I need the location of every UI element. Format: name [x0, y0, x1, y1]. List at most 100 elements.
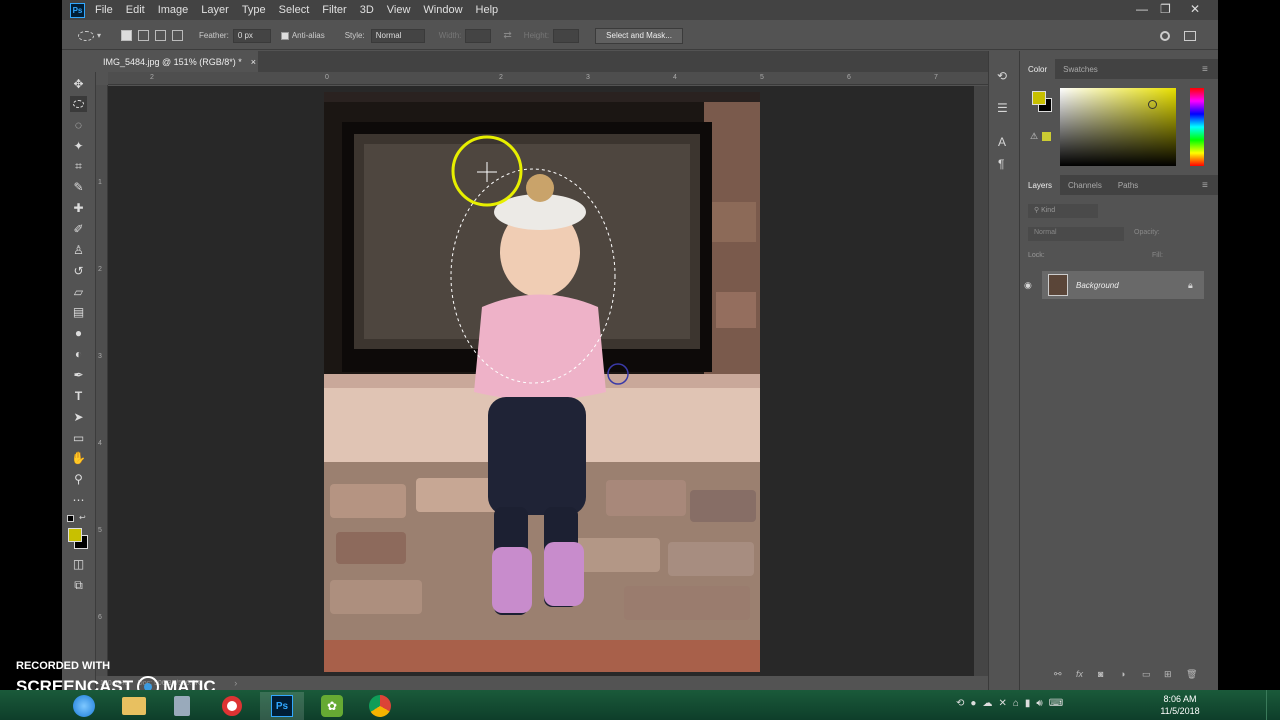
add-selection-icon[interactable]: [138, 30, 150, 41]
keyboard-icon[interactable]: ⌨: [1049, 698, 1063, 709]
clock[interactable]: 8:06 AM 11/5/2018: [1150, 693, 1210, 717]
color-field[interactable]: [1060, 88, 1176, 166]
properties-panel-icon[interactable]: ☰: [997, 101, 1008, 115]
tray-icon[interactable]: ▮: [1025, 698, 1031, 709]
foreground-color-chip[interactable]: [1032, 91, 1046, 105]
menu-image[interactable]: Image: [158, 4, 189, 16]
style-select[interactable]: Normal: [370, 28, 425, 43]
document-tab[interactable]: IMG_5484.jpg @ 151% (RGB/8*) * ×: [96, 51, 258, 72]
hue-slider[interactable]: [1190, 88, 1204, 166]
file-explorer-icon[interactable]: [112, 692, 156, 720]
close-tab-icon[interactable]: ×: [251, 57, 256, 67]
antialias-checkbox[interactable]: [280, 31, 289, 40]
dodge-tool-icon[interactable]: ◐: [70, 346, 87, 362]
tab-channels[interactable]: Channels: [1060, 175, 1110, 195]
blend-mode-select[interactable]: Normal: [1028, 227, 1124, 241]
paragraph-panel-icon[interactable]: ¶: [998, 157, 1004, 171]
document-canvas[interactable]: [108, 86, 974, 676]
type-tool-icon[interactable]: T: [70, 388, 87, 404]
blur-tool-icon[interactable]: ●: [70, 325, 87, 341]
link-layers-icon[interactable]: ⚯: [1054, 669, 1062, 680]
eraser-tool-icon[interactable]: ▱: [70, 284, 87, 300]
foreground-color-swatch[interactable]: [68, 528, 82, 542]
tray-icon[interactable]: ⌂: [1013, 698, 1019, 709]
more-tools-icon[interactable]: ⋯: [70, 492, 87, 508]
workspace-icon[interactable]: [1184, 30, 1196, 41]
volume-icon[interactable]: 🔊︎: [1036, 698, 1042, 709]
layer-background[interactable]: ◉ Background 🔒︎: [1024, 271, 1204, 299]
close-button[interactable]: ✕: [1190, 2, 1200, 16]
menu-window[interactable]: Window: [423, 4, 462, 16]
delete-layer-icon[interactable]: 🗑︎: [1186, 669, 1197, 680]
magic-wand-tool-icon[interactable]: ✦: [70, 138, 87, 154]
add-mask-icon[interactable]: ◙: [1098, 669, 1103, 679]
layer-style-icon[interactable]: fx: [1076, 669, 1083, 679]
tab-layers[interactable]: Layers: [1020, 175, 1061, 195]
lock-icon[interactable]: 🔒︎: [1188, 280, 1193, 291]
lasso-tool-icon[interactable]: ◌: [70, 117, 87, 133]
tray-icon[interactable]: ✕: [998, 698, 1006, 709]
show-desktop-button[interactable]: [1266, 690, 1274, 720]
tray-icon[interactable]: ⟲: [956, 698, 964, 709]
tab-paths[interactable]: Paths: [1110, 175, 1146, 195]
healing-brush-tool-icon[interactable]: ✚: [70, 200, 87, 216]
width-input[interactable]: [465, 28, 492, 43]
clone-stamp-tool-icon[interactable]: ♙: [70, 242, 87, 258]
restore-button[interactable]: ❐: [1160, 2, 1171, 16]
tab-color[interactable]: Color: [1020, 59, 1056, 79]
calculator-icon[interactable]: [160, 692, 204, 720]
start-button[interactable]: [62, 692, 106, 720]
select-and-mask-button[interactable]: Select and Mask...: [595, 27, 683, 44]
default-colors-icon[interactable]: [67, 515, 74, 522]
zoom-tool-icon[interactable]: ⚲: [70, 471, 87, 487]
new-selection-icon[interactable]: [121, 30, 133, 41]
menu-type[interactable]: Type: [242, 4, 266, 16]
intersect-selection-icon[interactable]: [172, 30, 184, 41]
menu-view[interactable]: View: [387, 4, 411, 16]
document-image[interactable]: [324, 92, 760, 672]
app-icon[interactable]: ✿: [310, 692, 354, 720]
menu-edit[interactable]: Edit: [126, 4, 145, 16]
history-brush-tool-icon[interactable]: ↺: [70, 263, 87, 279]
menu-file[interactable]: File: [95, 4, 113, 16]
menu-help[interactable]: Help: [476, 4, 499, 16]
menu-select[interactable]: Select: [279, 4, 310, 16]
elliptical-marquee-preset-icon[interactable]: [78, 30, 94, 41]
chrome-icon[interactable]: [358, 692, 402, 720]
tray-icon[interactable]: ●: [970, 698, 976, 709]
new-layer-icon[interactable]: ⊞: [1164, 669, 1172, 680]
status-arrow-icon[interactable]: ›: [234, 678, 237, 688]
tray-icon[interactable]: ☁: [982, 698, 992, 709]
height-input[interactable]: [553, 28, 580, 43]
gradient-tool-icon[interactable]: ▤: [70, 304, 87, 320]
character-panel-icon[interactable]: A: [998, 135, 1006, 149]
feather-input[interactable]: 0 px: [232, 28, 271, 43]
subtract-selection-icon[interactable]: [155, 30, 167, 41]
vertical-scrollbar[interactable]: [974, 86, 988, 676]
recorder-icon[interactable]: [210, 692, 254, 720]
panel-menu-icon[interactable]: ≡: [1202, 180, 1208, 191]
rectangle-tool-icon[interactable]: ▭: [70, 430, 87, 446]
crop-tool-icon[interactable]: ⌗: [70, 158, 87, 174]
path-selection-tool-icon[interactable]: ➤: [70, 409, 87, 425]
menu-layer[interactable]: Layer: [201, 4, 229, 16]
swap-colors-icon[interactable]: ↩: [79, 513, 86, 522]
web-color-chip[interactable]: [1042, 132, 1051, 141]
layer-filter-field[interactable]: ⚲ Kind: [1028, 204, 1098, 218]
hand-tool-icon[interactable]: ✋: [70, 450, 87, 466]
screen-mode-icon[interactable]: ⧉: [70, 577, 87, 593]
menu-3d[interactable]: 3D: [360, 4, 374, 16]
adjustment-layer-icon[interactable]: ◑: [1120, 669, 1125, 679]
history-panel-icon[interactable]: ⟲: [997, 69, 1007, 83]
brush-tool-icon[interactable]: ✐: [70, 221, 87, 237]
minimize-button[interactable]: —: [1136, 2, 1148, 16]
layer-name[interactable]: Background: [1076, 281, 1119, 290]
panel-menu-icon[interactable]: ≡: [1202, 64, 1208, 75]
elliptical-marquee-tool-icon[interactable]: [70, 96, 87, 112]
quick-mask-icon[interactable]: ◫: [70, 556, 87, 572]
tab-swatches[interactable]: Swatches: [1055, 59, 1106, 79]
new-group-icon[interactable]: ▭: [1142, 669, 1151, 680]
photoshop-task-icon[interactable]: Ps: [260, 692, 304, 720]
menu-filter[interactable]: Filter: [322, 4, 346, 16]
swap-dimensions-icon[interactable]: ⇄: [503, 30, 511, 41]
